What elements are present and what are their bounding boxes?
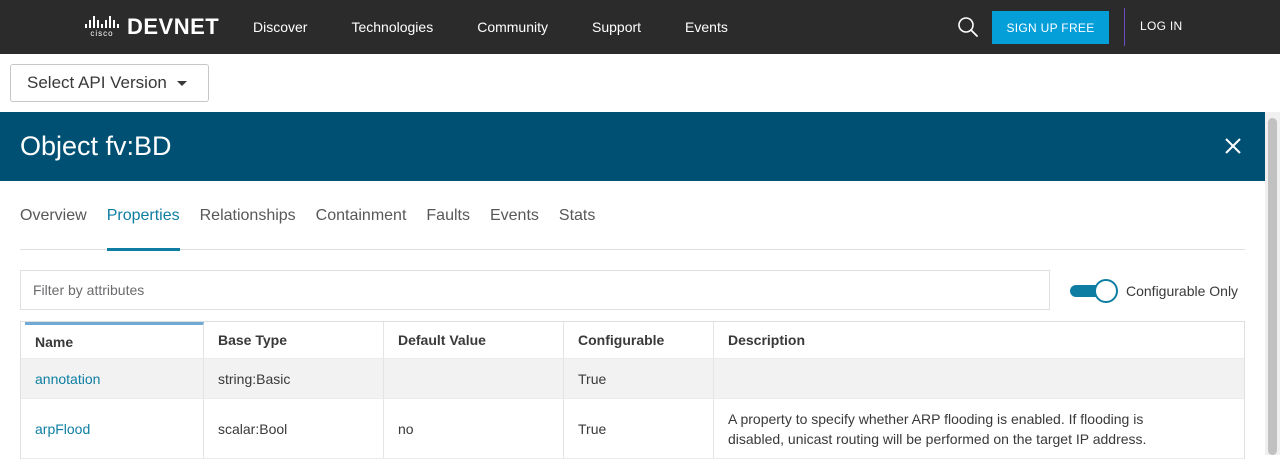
object-panel-header: Object fv:BD xyxy=(0,112,1265,181)
close-icon[interactable] xyxy=(1223,136,1243,156)
configurable-cell: True xyxy=(564,359,714,398)
description-cell: A property to specify whether ARP floodi… xyxy=(728,410,1147,447)
object-tabs: Overview Properties Relationships Contai… xyxy=(20,181,1245,251)
column-header-default-value[interactable]: Default Value xyxy=(384,322,564,358)
main-nav-links: Discover Technologies Community Support … xyxy=(253,0,772,54)
property-name-link[interactable]: arpFlood xyxy=(35,421,90,437)
devnet-wordmark: DEVNET xyxy=(127,14,220,39)
description-cell xyxy=(714,359,1244,398)
nav-link-support[interactable]: Support xyxy=(592,19,641,35)
panel-scrollbar[interactable] xyxy=(1265,112,1280,455)
tab-stats[interactable]: Stats xyxy=(559,181,595,250)
api-version-select[interactable]: Select API Version xyxy=(10,64,209,102)
default-value-cell xyxy=(384,359,564,398)
nav-link-discover[interactable]: Discover xyxy=(253,19,307,35)
cisco-wordmark: cisco xyxy=(90,29,114,38)
column-header-description[interactable]: Description xyxy=(714,322,1244,358)
tab-relationships[interactable]: Relationships xyxy=(200,181,296,250)
nav-divider xyxy=(1124,8,1125,46)
tab-events[interactable]: Events xyxy=(490,181,539,250)
configurable-only-label: Configurable Only xyxy=(1126,283,1239,299)
caret-down-icon xyxy=(176,80,187,86)
api-version-select-label: Select API Version xyxy=(27,73,167,92)
tab-properties[interactable]: Properties xyxy=(106,181,180,251)
table-row: arpFlood scalar:Bool no True A property … xyxy=(21,399,1244,459)
scrollbar-thumb[interactable] xyxy=(1268,118,1277,455)
tab-containment[interactable]: Containment xyxy=(316,181,407,250)
table-row: annotation string:Basic True xyxy=(21,359,1244,399)
default-value-cell: no xyxy=(384,399,564,458)
base-type-cell: scalar:Bool xyxy=(204,399,384,458)
log-in-link[interactable]: LOG IN xyxy=(1140,19,1182,33)
configurable-only-toggle[interactable] xyxy=(1070,279,1118,303)
search-icon[interactable] xyxy=(957,16,979,38)
top-navigation-bar: cisco DEVNET Discover Technologies Commu… xyxy=(0,0,1280,54)
nav-link-community[interactable]: Community xyxy=(477,19,548,35)
column-header-name[interactable]: Name xyxy=(25,322,204,358)
devnet-logo[interactable]: cisco DEVNET xyxy=(85,14,219,40)
tab-faults[interactable]: Faults xyxy=(426,181,470,250)
base-type-cell: string:Basic xyxy=(204,359,384,398)
tab-overview[interactable]: Overview xyxy=(20,181,87,250)
toggle-knob xyxy=(1094,279,1118,303)
sign-up-button[interactable]: SIGN UP FREE xyxy=(992,11,1109,44)
table-header-row: Name Base Type Default Value Configurabl… xyxy=(21,322,1244,359)
name-cell: annotation xyxy=(21,359,204,398)
cisco-logo-icon: cisco xyxy=(85,16,119,38)
column-header-configurable[interactable]: Configurable xyxy=(564,322,714,358)
configurable-cell: True xyxy=(564,399,714,458)
nav-link-technologies[interactable]: Technologies xyxy=(351,19,433,35)
name-cell: arpFlood xyxy=(21,399,204,458)
panel-title: Object fv:BD xyxy=(20,131,172,161)
column-header-base-type[interactable]: Base Type xyxy=(204,322,384,358)
filter-attributes-input[interactable] xyxy=(20,270,1050,310)
property-name-link[interactable]: annotation xyxy=(35,371,100,387)
nav-link-events[interactable]: Events xyxy=(685,19,728,35)
properties-table: Name Base Type Default Value Configurabl… xyxy=(20,321,1245,459)
